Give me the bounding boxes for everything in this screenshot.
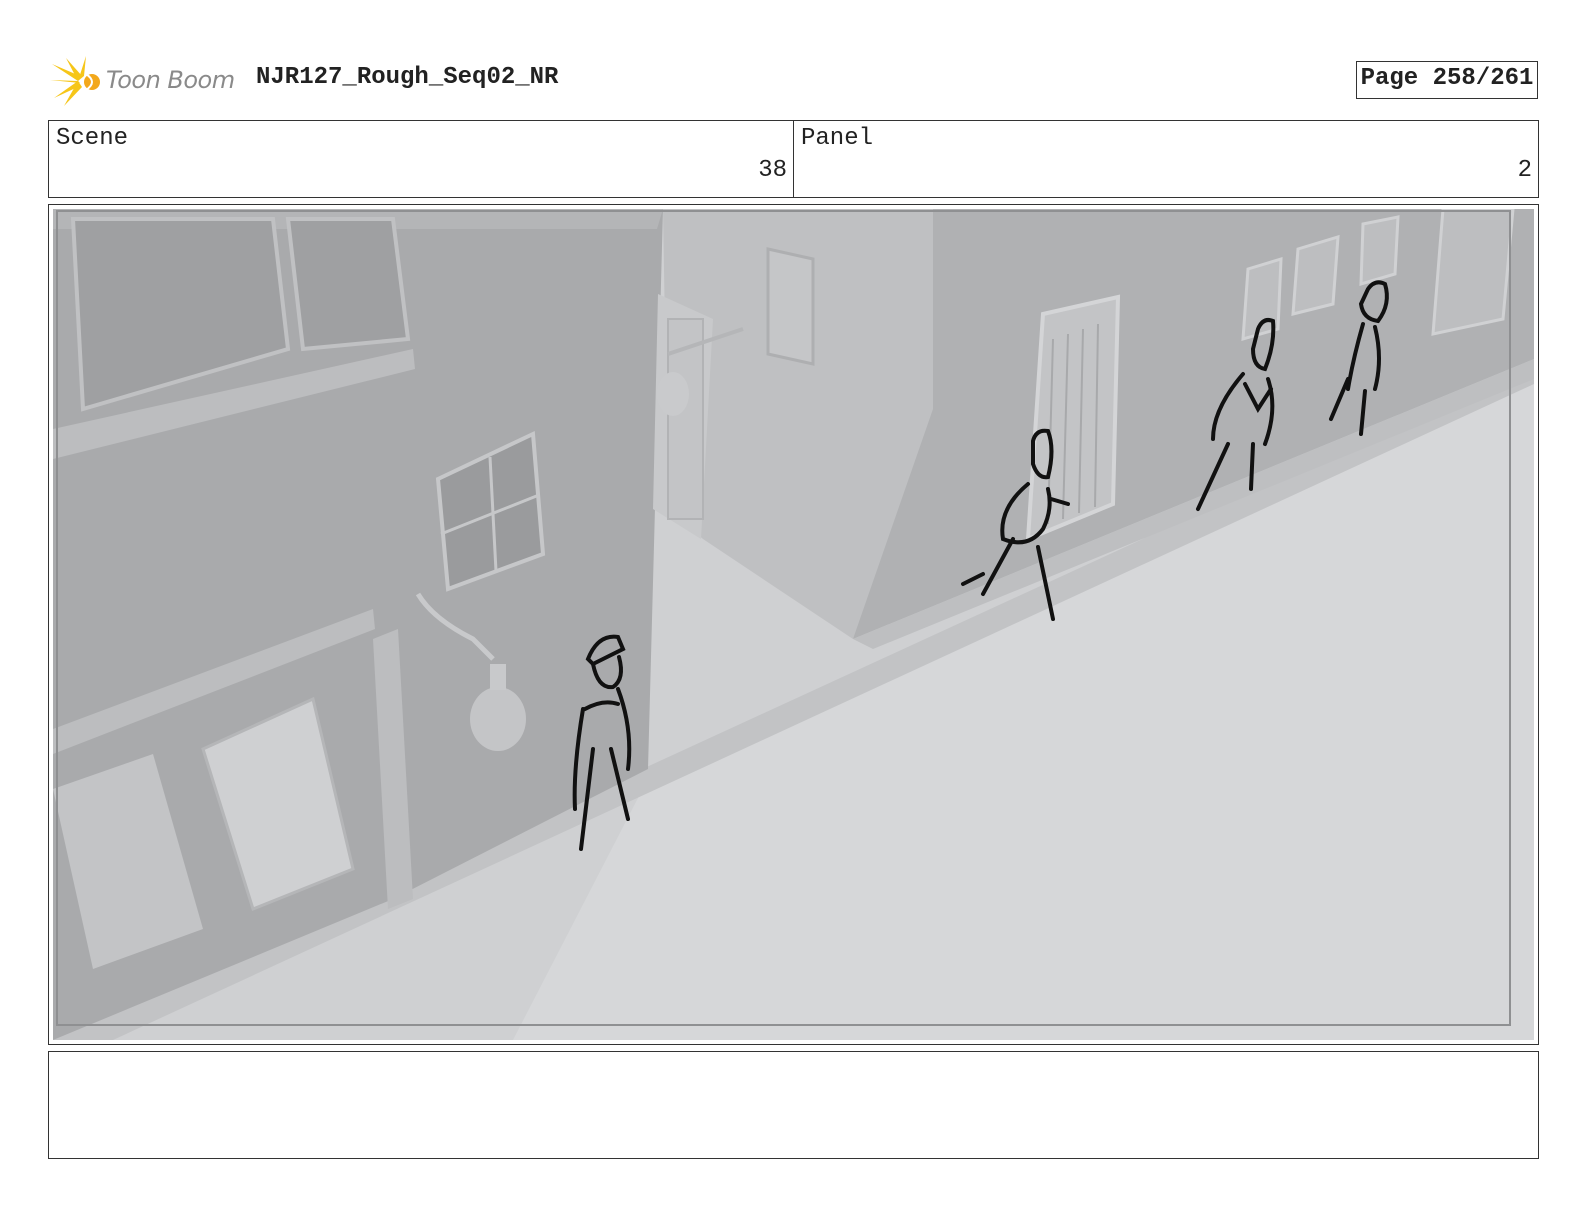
storyboard-sketch-image — [53, 209, 1534, 1040]
panel-cell: Panel 2 — [793, 121, 1538, 197]
panel-label: Panel — [801, 125, 874, 152]
document-title: NJR127_Rough_Seq02_NR — [256, 64, 559, 91]
scene-number: 38 — [758, 157, 787, 184]
panel-frame — [48, 204, 1539, 1045]
logo-text: Toon Boom — [106, 66, 235, 94]
toon-boom-logo: Toon Boom — [50, 56, 240, 106]
panel-number: 2 — [1517, 157, 1532, 184]
panel-notes — [48, 1051, 1539, 1159]
page-number: Page 258/261 — [1356, 61, 1538, 99]
scene-cell: Scene 38 — [49, 121, 793, 197]
starburst-icon — [50, 56, 100, 106]
scene-panel-info: Scene 38 Panel 2 — [48, 120, 1539, 198]
scene-label: Scene — [56, 125, 129, 152]
